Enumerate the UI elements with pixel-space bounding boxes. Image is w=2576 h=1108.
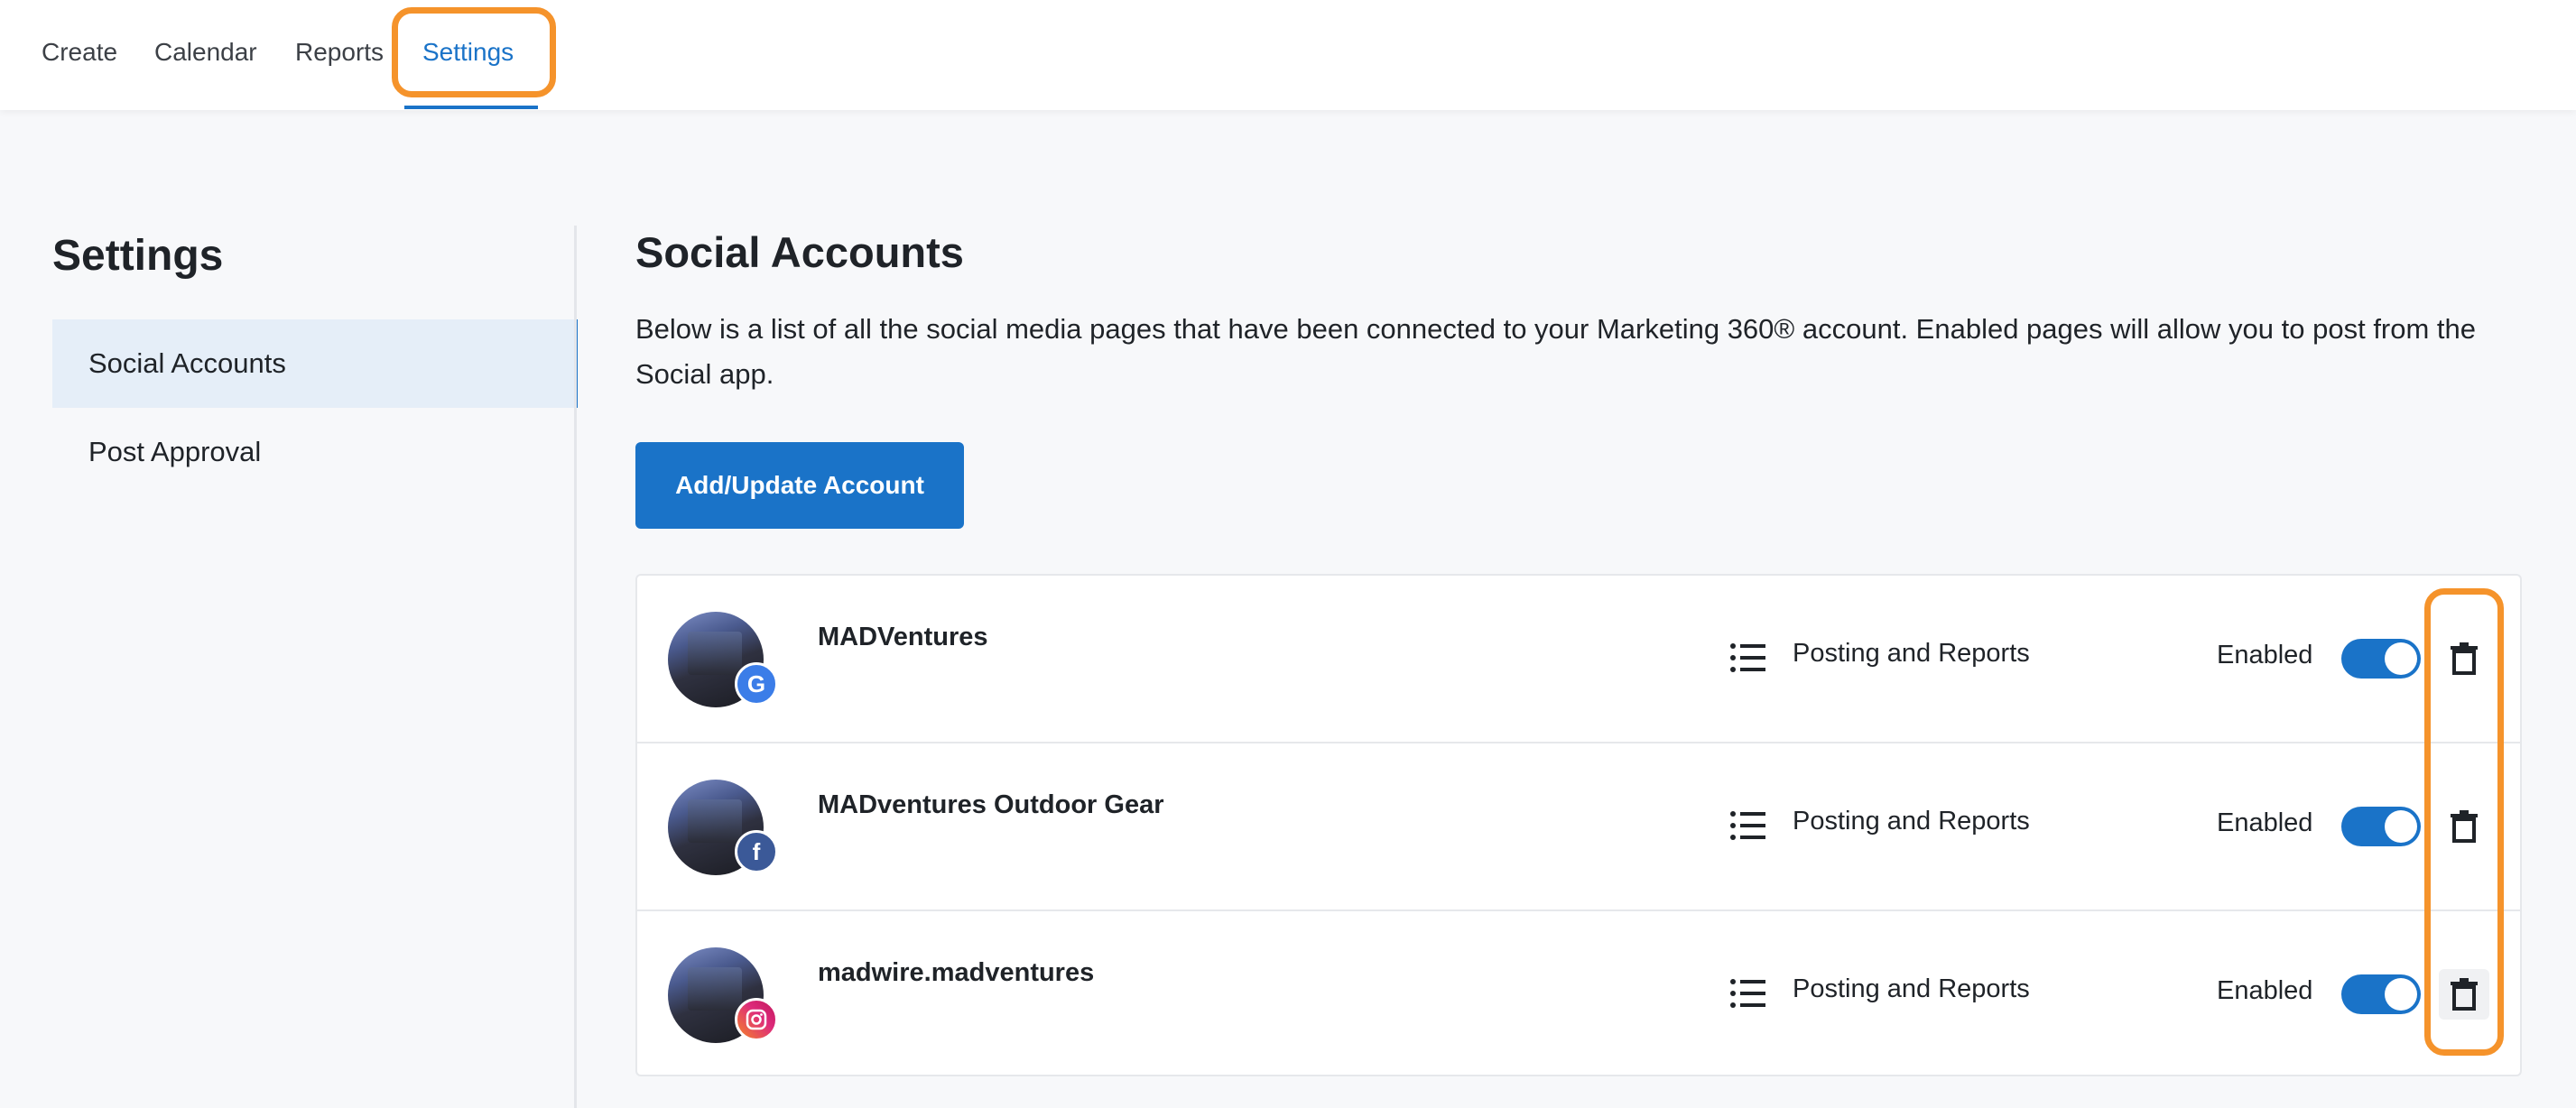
- list-icon: [1730, 979, 1765, 1008]
- account-row: G MADVentures Posting and Reports Enable…: [637, 576, 2520, 743]
- account-avatar: G: [668, 612, 778, 707]
- account-name: madwire.madventures: [818, 958, 1095, 987]
- account-name: MADVentures: [818, 623, 988, 651]
- account-avatar: [668, 947, 778, 1043]
- social-accounts-list: G MADVentures Posting and Reports Enable…: [635, 574, 2522, 1076]
- page-description: Below is a list of all the social media …: [635, 313, 2477, 390]
- permissions-label[interactable]: Posting and Reports: [1793, 807, 2030, 836]
- enabled-toggle[interactable]: [2341, 807, 2421, 846]
- instagram-glyph: [746, 1009, 767, 1030]
- list-icon: [1730, 643, 1765, 672]
- toggle-knob: [2385, 810, 2417, 843]
- page-title: Social Accounts: [635, 228, 964, 276]
- permissions-label[interactable]: Posting and Reports: [1793, 639, 2030, 669]
- settings-tab-highlight: [392, 7, 556, 97]
- sidebar-item-post-approval[interactable]: Post Approval: [52, 408, 574, 496]
- account-name: MADventures Outdoor Gear: [818, 790, 1164, 819]
- status-label: Enabled: [2217, 976, 2313, 1005]
- sidebar-divider: [574, 226, 577, 1108]
- nav-tab-create[interactable]: Create: [42, 34, 117, 70]
- account-row: f MADventures Outdoor Gear Posting and R…: [637, 743, 2520, 911]
- toggle-knob: [2385, 642, 2417, 675]
- instagram-icon: [735, 998, 778, 1041]
- status-label: Enabled: [2217, 808, 2313, 837]
- top-navigation: Create Calendar Reports Settings: [0, 0, 2576, 110]
- enabled-toggle[interactable]: [2341, 639, 2421, 679]
- toggle-knob: [2385, 978, 2417, 1011]
- add-update-account-button[interactable]: Add/Update Account: [635, 442, 964, 529]
- enabled-toggle[interactable]: [2341, 974, 2421, 1014]
- account-row: madwire.madventures Posting and Reports …: [637, 911, 2520, 1079]
- nav-tab-calendar[interactable]: Calendar: [154, 34, 257, 70]
- active-tab-indicator: [404, 106, 538, 109]
- sidebar-title: Settings: [52, 232, 224, 280]
- status-label: Enabled: [2217, 641, 2313, 669]
- list-icon: [1730, 811, 1765, 840]
- facebook-icon: f: [735, 830, 778, 873]
- google-icon: G: [735, 662, 778, 706]
- sidebar-item-social-accounts[interactable]: Social Accounts: [52, 319, 578, 408]
- permissions-label[interactable]: Posting and Reports: [1793, 974, 2030, 1004]
- account-avatar: f: [668, 780, 778, 875]
- delete-buttons-highlight: [2424, 588, 2504, 1056]
- nav-tab-reports[interactable]: Reports: [295, 34, 384, 70]
